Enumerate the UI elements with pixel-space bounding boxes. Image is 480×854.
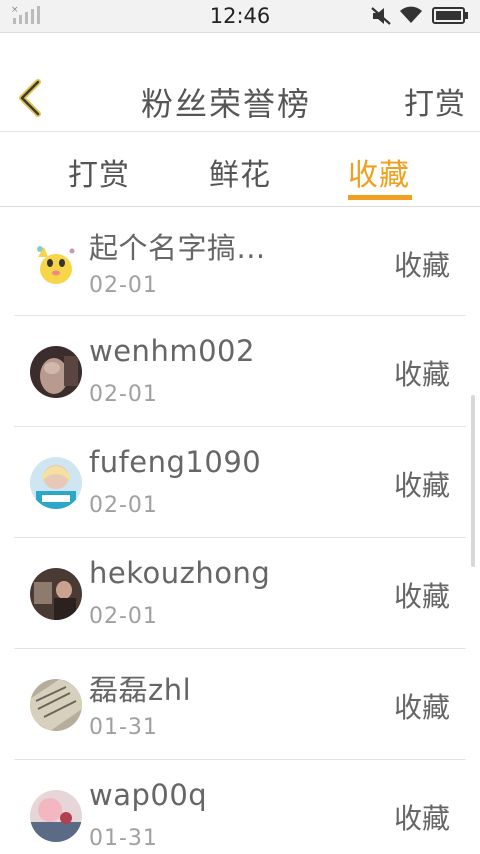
user-name: hekouzhong: [89, 556, 271, 590]
tab-flowers[interactable]: 鲜花: [209, 150, 271, 194]
favorite-label: 收藏: [393, 691, 450, 724]
avatar: [30, 790, 82, 842]
avatar: [30, 237, 82, 289]
page-title: 粉丝荣誉榜: [140, 85, 311, 123]
tab-reward[interactable]: 打赏: [68, 150, 130, 194]
photo-avatar-image: [30, 679, 82, 731]
photo-avatar-image: [30, 568, 82, 620]
user-name: 起个名字搞...: [89, 231, 266, 265]
photo-avatar-image: [30, 346, 82, 398]
nav-bar: 粉丝荣誉榜 打赏: [0, 33, 480, 132]
favorite-date: 02-01: [89, 273, 158, 298]
list-item[interactable]: wap00q 01-31 收藏: [14, 760, 466, 854]
user-name: wap00q: [89, 778, 208, 812]
avatar: [30, 568, 82, 620]
favorite-date: 02-01: [89, 382, 158, 407]
wifi-icon: [400, 6, 422, 23]
favorite-date: 01-31: [89, 715, 158, 740]
list-item[interactable]: 起个名字搞... 02-01 收藏: [14, 207, 466, 316]
cartoon-avatar-image: [30, 237, 82, 289]
active-tab-indicator: [348, 195, 412, 200]
avatar: [30, 457, 82, 509]
user-name: wenhm002: [89, 334, 255, 368]
favorite-label: 收藏: [393, 802, 450, 835]
tab-favorites[interactable]: 收藏: [348, 150, 410, 194]
avatar: [30, 679, 82, 731]
mute-icon: [371, 7, 391, 25]
favorite-label: 收藏: [393, 358, 450, 391]
favorite-date: 02-01: [89, 604, 158, 629]
favorite-date: 01-31: [89, 826, 158, 851]
list-item[interactable]: 磊磊zhl 01-31 收藏: [14, 649, 466, 760]
fan-list: 起个名字搞... 02-01 收藏 wenhm002 02-01 收藏 fufe…: [0, 207, 480, 854]
status-bar: × 12:46: [0, 0, 480, 33]
scrollbar[interactable]: [471, 395, 475, 567]
favorite-label: 收藏: [393, 469, 450, 502]
favorite-label: 收藏: [393, 580, 450, 613]
reward-button[interactable]: 打赏: [404, 79, 466, 123]
photo-avatar-image: [30, 790, 82, 842]
favorite-date: 02-01: [89, 493, 158, 518]
avatar: [30, 346, 82, 398]
tab-bar: 打赏 鲜花 收藏: [0, 132, 480, 207]
list-item[interactable]: fufeng1090 02-01 收藏: [14, 427, 466, 538]
user-name: fufeng1090: [89, 445, 262, 479]
list-item[interactable]: hekouzhong 02-01 收藏: [14, 538, 466, 649]
favorite-label: 收藏: [393, 249, 450, 282]
user-name: 磊磊zhl: [89, 673, 192, 707]
battery-icon: [432, 7, 468, 24]
list-item[interactable]: wenhm002 02-01 收藏: [14, 316, 466, 427]
photo-avatar-image: [30, 457, 82, 509]
